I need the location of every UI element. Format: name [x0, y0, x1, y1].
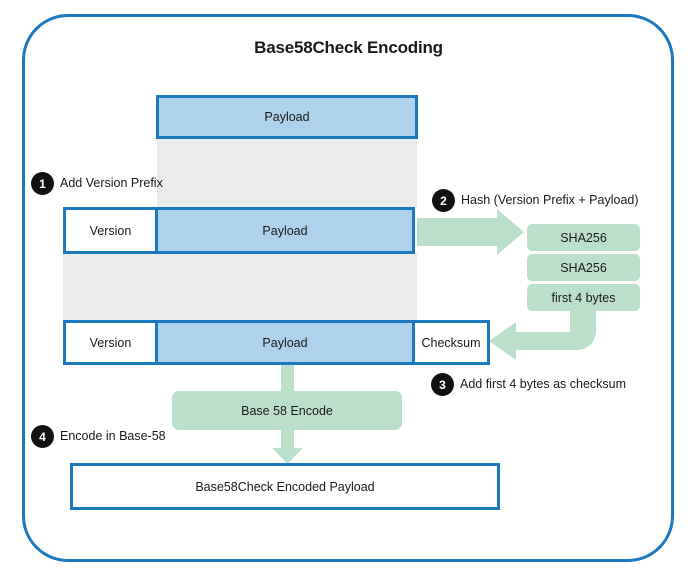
row3-checksum-label: Checksum: [421, 335, 481, 350]
row3-checksum-cell[interactable]: Checksum: [412, 320, 490, 365]
step-2-label: Hash (Version Prefix + Payload): [461, 193, 639, 207]
row3-payload-cell[interactable]: Payload: [155, 320, 415, 365]
row2-payload-label: Payload: [262, 223, 308, 238]
output-payload-label: Base58Check Encoded Payload: [195, 479, 375, 494]
step-1-label: Add Version Prefix: [60, 176, 163, 190]
step-3-badge: 3: [431, 373, 454, 396]
hash-box-first-4-bytes[interactable]: first 4 bytes: [527, 284, 640, 311]
version-payload-row: Version Payload: [63, 207, 418, 254]
hash-box-sha256-1-label: SHA256: [560, 230, 607, 245]
page-title: Base58Check Encoding: [254, 38, 443, 57]
row3-version-label: Version: [89, 335, 132, 350]
base58-encode-box[interactable]: Base 58 Encode: [172, 391, 402, 430]
hash-box-sha256-2-label: SHA256: [560, 260, 607, 275]
version-payload-checksum-row: Version Payload Checksum: [63, 320, 490, 365]
diagram-canvas: Base58Check Encoding Payload 1 Add Versi…: [0, 0, 697, 578]
top-payload-label: Payload: [264, 110, 310, 124]
row3-payload-label: Payload: [262, 335, 308, 350]
step-4-label: Encode in Base-58: [60, 429, 166, 443]
hash-box-sha256-1[interactable]: SHA256: [527, 224, 640, 251]
base58-encode-label: Base 58 Encode: [241, 403, 333, 418]
step-4-badge: 4: [31, 425, 54, 448]
hash-box-first-4-bytes-label: first 4 bytes: [551, 290, 616, 305]
row2-version-cell[interactable]: Version: [63, 207, 158, 254]
step-3-label: Add first 4 bytes as checksum: [460, 377, 627, 391]
hash-box-sha256-2[interactable]: SHA256: [527, 254, 640, 281]
row2-payload-cell[interactable]: Payload: [155, 207, 415, 254]
row2-version-label: Version: [89, 223, 132, 238]
output-payload-box[interactable]: Base58Check Encoded Payload: [70, 463, 500, 510]
row3-version-cell[interactable]: Version: [63, 320, 158, 365]
top-payload-box[interactable]: Payload: [156, 95, 418, 139]
step-2-badge: 2: [432, 189, 455, 212]
step-1-badge: 1: [31, 172, 54, 195]
